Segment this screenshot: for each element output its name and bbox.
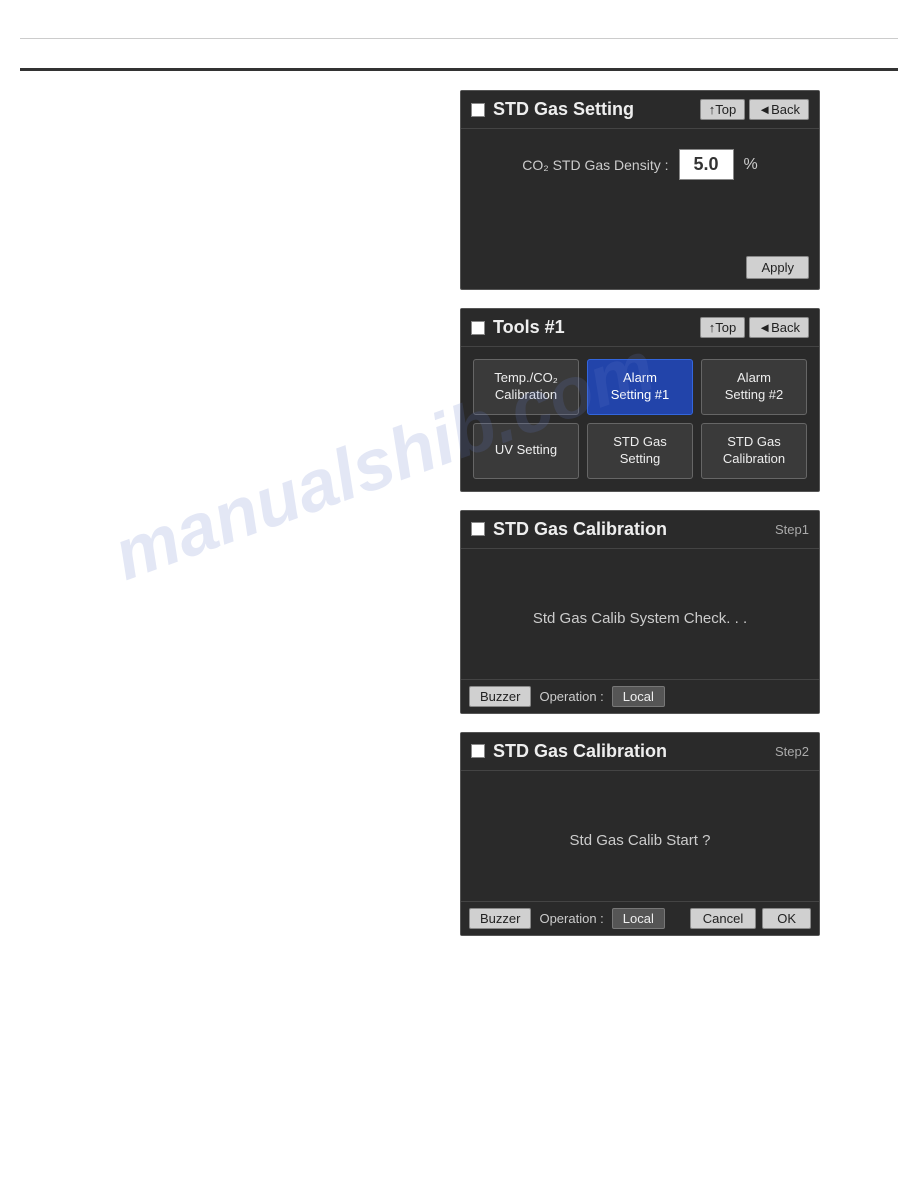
- apply-button[interactable]: Apply: [746, 256, 809, 279]
- step2-cancel-btn[interactable]: Cancel: [690, 908, 756, 929]
- std-gas-setting-title: STD Gas Setting: [493, 99, 700, 120]
- step2-ok-btn[interactable]: OK: [762, 908, 811, 929]
- temp-co2-cal-btn[interactable]: Temp./CO₂Calibration: [473, 359, 579, 415]
- tools1-checkbox[interactable]: [471, 321, 485, 335]
- std-gas-calib-step1-footer: Buzzer Operation : Local: [461, 679, 819, 713]
- std-gas-setting-panel: STD Gas Setting ↑Top ◄Back CO₂ STD Gas D…: [460, 90, 820, 290]
- std-gas-setting-body: CO₂ STD Gas Density : 5.0 % Apply: [461, 129, 819, 289]
- step1-buzzer-btn[interactable]: Buzzer: [469, 686, 531, 707]
- tools1-header: Tools #1 ↑Top ◄Back: [461, 309, 819, 347]
- std-gas-setting-nav: ↑Top ◄Back: [700, 99, 809, 120]
- std-gas-calib-step2-footer: Buzzer Operation : Local Cancel OK: [461, 901, 819, 935]
- step2-buzzer-btn[interactable]: Buzzer: [469, 908, 531, 929]
- std-gas-calib-step2-header: STD Gas Calibration Step2: [461, 733, 819, 771]
- step2-label: Step2: [775, 744, 809, 759]
- step2-footer-buttons: Cancel OK: [690, 908, 811, 929]
- uv-setting-btn[interactable]: UV Setting: [473, 423, 579, 479]
- std-gas-calib-step1-header: STD Gas Calibration Step1: [461, 511, 819, 549]
- step1-label: Step1: [775, 522, 809, 537]
- step2-operation-label: Operation :: [539, 911, 603, 926]
- std-gas-setting-top-btn[interactable]: ↑Top: [700, 99, 745, 120]
- alarm-set2-btn[interactable]: AlarmSetting #2: [701, 359, 807, 415]
- std-gas-calib-step1-panel: STD Gas Calibration Step1 Std Gas Calib …: [460, 510, 820, 714]
- std-gas-setting-header: STD Gas Setting ↑Top ◄Back: [461, 91, 819, 129]
- gas-density-unit: %: [744, 156, 758, 174]
- tools1-body: Temp./CO₂Calibration AlarmSetting #1 Ala…: [461, 347, 819, 491]
- top-line-thin: [20, 38, 898, 39]
- tools1-title: Tools #1: [493, 317, 700, 338]
- std-gas-calib-step2-body: Std Gas Calib Start ?: [461, 771, 819, 901]
- tools1-nav: ↑Top ◄Back: [700, 317, 809, 338]
- tools1-back-btn[interactable]: ◄Back: [749, 317, 809, 338]
- std-gas-setting-checkbox[interactable]: [471, 103, 485, 117]
- gas-density-row: CO₂ STD Gas Density : 5.0 %: [522, 149, 757, 180]
- std-gas-set-btn[interactable]: STD GasSetting: [587, 423, 693, 479]
- step2-message: Std Gas Calib Start ?: [570, 832, 711, 849]
- panels-container: STD Gas Setting ↑Top ◄Back CO₂ STD Gas D…: [460, 90, 820, 936]
- tools1-panel: Tools #1 ↑Top ◄Back Temp./CO₂Calibration…: [460, 308, 820, 492]
- std-gas-setting-back-btn[interactable]: ◄Back: [749, 99, 809, 120]
- co2-label: CO₂ STD Gas Density :: [522, 157, 668, 173]
- std-gas-calib-step2-panel: STD Gas Calibration Step2 Std Gas Calib …: [460, 732, 820, 936]
- std-gas-calib-step2-checkbox[interactable]: [471, 744, 485, 758]
- step1-operation-label: Operation :: [539, 689, 603, 704]
- tools1-top-btn[interactable]: ↑Top: [700, 317, 745, 338]
- gas-density-value[interactable]: 5.0: [679, 149, 734, 180]
- alarm-set1-btn[interactable]: AlarmSetting #1: [587, 359, 693, 415]
- top-line-thick: [20, 68, 898, 71]
- std-gas-calib-step1-title: STD Gas Calibration: [493, 519, 767, 540]
- std-gas-cal-btn[interactable]: STD GasCalibration: [701, 423, 807, 479]
- step2-operation-value: Local: [612, 908, 665, 929]
- step1-message: Std Gas Calib System Check. . .: [533, 610, 747, 627]
- std-gas-calib-step1-body: Std Gas Calib System Check. . .: [461, 549, 819, 679]
- std-gas-calib-step2-title: STD Gas Calibration: [493, 741, 767, 762]
- step1-operation-value: Local: [612, 686, 665, 707]
- std-gas-calib-step1-checkbox[interactable]: [471, 522, 485, 536]
